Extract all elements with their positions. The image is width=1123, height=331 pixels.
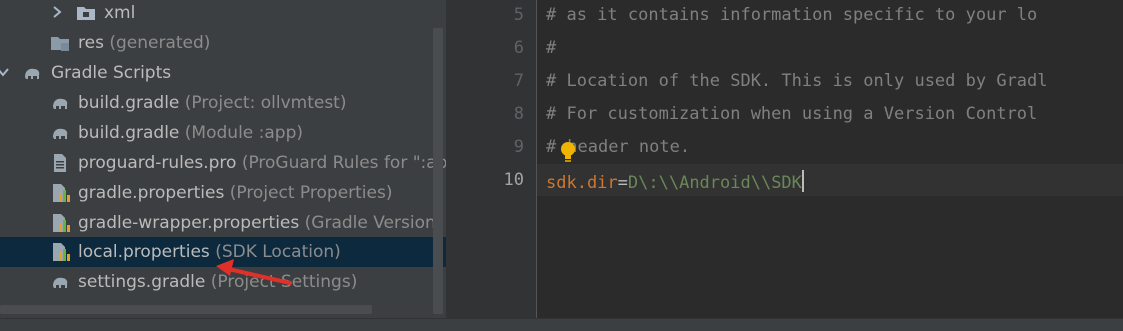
gradle-elephant-icon xyxy=(53,128,68,139)
tree-item-build-gradle-project[interactable]: build.gradle (Project: ollvmtest) xyxy=(0,88,446,118)
tree-item-label: build.gradle xyxy=(78,93,180,113)
bottom-status-strip xyxy=(0,318,1123,331)
gradle-elephant-icon xyxy=(53,277,68,288)
line-number: 8 xyxy=(513,104,524,124)
properties-file-icon xyxy=(53,214,70,232)
property-key: sdk.dir xyxy=(546,173,618,193)
code-editor[interactable]: # as it contains information specific to… xyxy=(537,0,1123,318)
text-caret xyxy=(801,170,804,192)
code-line-10[interactable]: sdk.dir=D\:\\Android\\SDK xyxy=(546,170,804,193)
tree-item-hint: (ProGuard Rules for ":ap xyxy=(241,153,446,173)
code-line[interactable]: # Location of the SDK. This is only used… xyxy=(546,71,1048,91)
line-number: 7 xyxy=(513,71,524,91)
text-file-icon xyxy=(54,154,66,172)
annotation-arrow-icon xyxy=(216,259,292,285)
property-value: D\:\\Android\\SDK xyxy=(627,173,802,193)
tree-item-xml[interactable]: xml xyxy=(0,0,446,28)
properties-file-icon xyxy=(53,243,70,261)
tree-item-hint: (Module :app) xyxy=(184,123,304,143)
tree-item-build-gradle-module[interactable]: build.gradle (Module :app) xyxy=(0,118,446,148)
tree-item-label: settings.gradle xyxy=(78,272,206,292)
tree-horizontal-scrollbar[interactable] xyxy=(0,305,372,314)
tree-item-hint: (Project: ollvmtest) xyxy=(184,93,347,113)
tree-item-gradle-scripts[interactable]: Gradle Scripts xyxy=(0,58,446,88)
line-number: 6 xyxy=(513,38,524,58)
gradle-elephant-icon xyxy=(53,98,68,109)
comment-text: header note. xyxy=(567,137,691,157)
folder-icon xyxy=(51,37,69,51)
lightbulb-icon[interactable] xyxy=(558,140,578,164)
tree-item-label: xml xyxy=(104,3,136,23)
tree-item-gradle-wrapper-properties[interactable]: gradle-wrapper.properties (Gradle Versio… xyxy=(0,208,446,238)
chevron-down-icon[interactable] xyxy=(0,64,10,80)
comment-hash: # xyxy=(546,137,557,157)
tree-item-hint: (generated) xyxy=(109,33,211,53)
tree-item-hint: (Project Properties) xyxy=(229,183,393,203)
tree-item-proguard[interactable]: proguard-rules.pro (ProGuard Rules for "… xyxy=(0,148,446,178)
folder-icon xyxy=(77,7,95,20)
tree-item-label: gradle-wrapper.properties xyxy=(78,213,300,233)
chevron-right-icon[interactable] xyxy=(50,4,64,20)
code-line[interactable]: # as it contains information specific to… xyxy=(546,5,1037,25)
tree-item-res[interactable]: res (generated) xyxy=(0,28,446,58)
line-number: 5 xyxy=(513,5,524,25)
tree-vertical-scrollbar[interactable] xyxy=(433,28,443,314)
tree-item-label: gradle.properties xyxy=(78,183,225,203)
property-separator: = xyxy=(617,173,628,193)
code-line[interactable]: # For customization when using a Version… xyxy=(546,104,1037,124)
line-number: 9 xyxy=(513,137,524,157)
tree-item-label: Gradle Scripts xyxy=(51,63,172,83)
tree-item-label: build.gradle xyxy=(78,123,180,143)
properties-file-icon xyxy=(53,184,70,202)
tree-item-label: res xyxy=(78,33,104,53)
tree-item-label: proguard-rules.pro xyxy=(78,153,237,173)
gradle-elephant-icon xyxy=(25,68,40,79)
tree-item-label: local.properties xyxy=(78,242,210,262)
line-number-current: 10 xyxy=(503,170,524,190)
code-line[interactable]: # xyxy=(546,38,556,58)
line-number-gutter: 5 6 7 8 9 10 xyxy=(446,0,536,318)
tree-item-gradle-properties[interactable]: gradle.properties (Project Properties) xyxy=(0,178,446,208)
tree-item-hint: (Gradle Version) xyxy=(304,213,443,233)
